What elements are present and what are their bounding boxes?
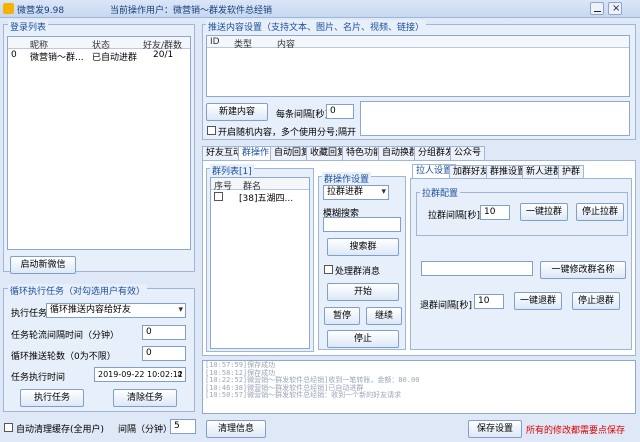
rounds-label: 循环推送轮数（0为不限） — [11, 352, 116, 362]
group-op-title: 群操作设置 — [322, 172, 372, 185]
log-output[interactable]: [10:57:59]保存成功 [10:58:12]保存成功 [10:22:52]… — [202, 360, 636, 414]
auto-clear-checkbox[interactable] — [4, 423, 13, 432]
pause-button[interactable]: 暂停 — [324, 307, 360, 325]
subtab-protect[interactable]: 护群 — [558, 165, 585, 179]
interval-label: 任务轮流间隔时间（分钟） — [11, 331, 120, 341]
task-label: 执行任务 — [11, 309, 48, 319]
app-logo-icon — [3, 3, 14, 14]
group-op-select[interactable]: 拉群进群 — [323, 185, 389, 200]
task-time-picker[interactable]: 2019-09-22 10:02:12 ⇕ — [94, 367, 186, 382]
clear-interval-label: 间隔（分钟） — [118, 425, 173, 435]
login-list[interactable]: 昵称 状态 好友/群数 0 微营销～群... 已自动进群 20/1 — [7, 36, 191, 250]
content-interval-label: 每条间隔[秒] — [276, 110, 329, 120]
handle-msg-label: 处理群消息 — [335, 267, 381, 277]
save-settings-button[interactable]: 保存设置 — [468, 420, 522, 438]
rename-input[interactable] — [421, 261, 533, 276]
interval-input[interactable]: 0 — [142, 325, 186, 340]
handle-msg-checkbox[interactable] — [324, 265, 333, 274]
random-content-checkbox[interactable] — [207, 126, 216, 135]
group-row-checkbox[interactable] — [214, 192, 223, 201]
current-user-label: 当前操作用户：微营销～群发软件总经销 — [110, 6, 273, 16]
save-note: 所有的修改都需要点保存 — [526, 426, 626, 436]
group-row[interactable]: [38]五湖四... — [211, 191, 309, 204]
minimize-button[interactable] — [590, 2, 604, 15]
content-list[interactable]: ID 类型 内容 — [206, 35, 630, 97]
one-key-exit-button[interactable]: 一键退群 — [514, 292, 562, 310]
spin-icon: ⇕ — [176, 370, 183, 379]
close-icon: × — [612, 3, 621, 14]
group-list[interactable]: 序号 群名 [38]五湖四... — [210, 177, 310, 349]
auto-clear-label: 自动清理缓存(全用户) — [16, 425, 105, 435]
random-content-textarea[interactable] — [360, 101, 630, 136]
random-content-label: 开启随机内容，多个使用分号;隔开 — [218, 128, 357, 138]
stop-button[interactable]: 停止 — [327, 330, 399, 348]
log-line: [10:50:57]微营销～群发软件总经销：收到一个新的好友请求 — [205, 391, 402, 399]
content-interval-input[interactable]: 0 — [326, 104, 354, 119]
push-content-title: 推送内容设置（支持文本、图片、名片、视频、链接） — [206, 20, 427, 33]
time-label: 任务执行时间 — [11, 373, 66, 383]
stop-exit-button[interactable]: 停止退群 — [572, 292, 620, 310]
main-tabs: 好友互动 群操作 自动回复 收藏回复 特色功能 自动换群 分组群发 公众号 — [202, 146, 636, 161]
clear-interval-input[interactable]: 5 — [170, 419, 196, 434]
start-button[interactable]: 开始 — [327, 283, 399, 301]
loop-task-title: 循环执行任务（对勾选用户有效） — [8, 284, 148, 297]
rename-group-button[interactable]: 一键修改群名称 — [540, 261, 626, 279]
login-list-title: 登录列表 — [8, 20, 49, 33]
one-key-pull-button[interactable]: 一键拉群 — [520, 203, 568, 221]
login-list-row[interactable]: 0 微营销～群... 已自动进群 20/1 — [8, 50, 190, 63]
pull-interval-label: 拉群间隔[秒] — [428, 211, 481, 221]
resume-button[interactable]: 继续 — [366, 307, 402, 325]
fuzzy-search-input[interactable] — [323, 217, 401, 232]
stop-pull-button[interactable]: 停止拉群 — [576, 203, 624, 221]
pull-config-title: 拉群配置 — [420, 186, 461, 199]
content-list-header: ID 类型 内容 — [207, 36, 629, 50]
login-list-header: 昵称 状态 好友/群数 — [8, 37, 190, 51]
start-new-wechat-button[interactable]: 启动新微信 — [10, 256, 76, 274]
search-group-button[interactable]: 搜索群 — [327, 238, 399, 256]
exit-interval-input[interactable]: 10 — [474, 294, 504, 309]
exit-interval-label: 退群间隔[秒] — [420, 301, 473, 311]
tab-public-account[interactable]: 公众号 — [450, 146, 486, 160]
run-task-button[interactable]: 执行任务 — [20, 389, 84, 407]
pull-interval-input[interactable]: 10 — [480, 205, 510, 220]
title-bar: 微营发9.98 当前操作用户：微营销～群发软件总经销 × — [0, 0, 640, 18]
close-button[interactable]: × — [608, 2, 622, 15]
rounds-input[interactable]: 0 — [142, 346, 186, 361]
task-select[interactable]: 循环推送内容给好友 — [46, 303, 186, 318]
clear-task-button[interactable]: 清除任务 — [113, 389, 177, 407]
group-list-title: 群列表[1] — [210, 164, 254, 177]
tab-group-ops[interactable]: 群操作 — [238, 146, 274, 161]
new-content-button[interactable]: 新建内容 — [206, 103, 268, 121]
app-title: 微营发9.98 — [17, 6, 65, 16]
clear-info-button[interactable]: 清理信息 — [206, 420, 266, 438]
